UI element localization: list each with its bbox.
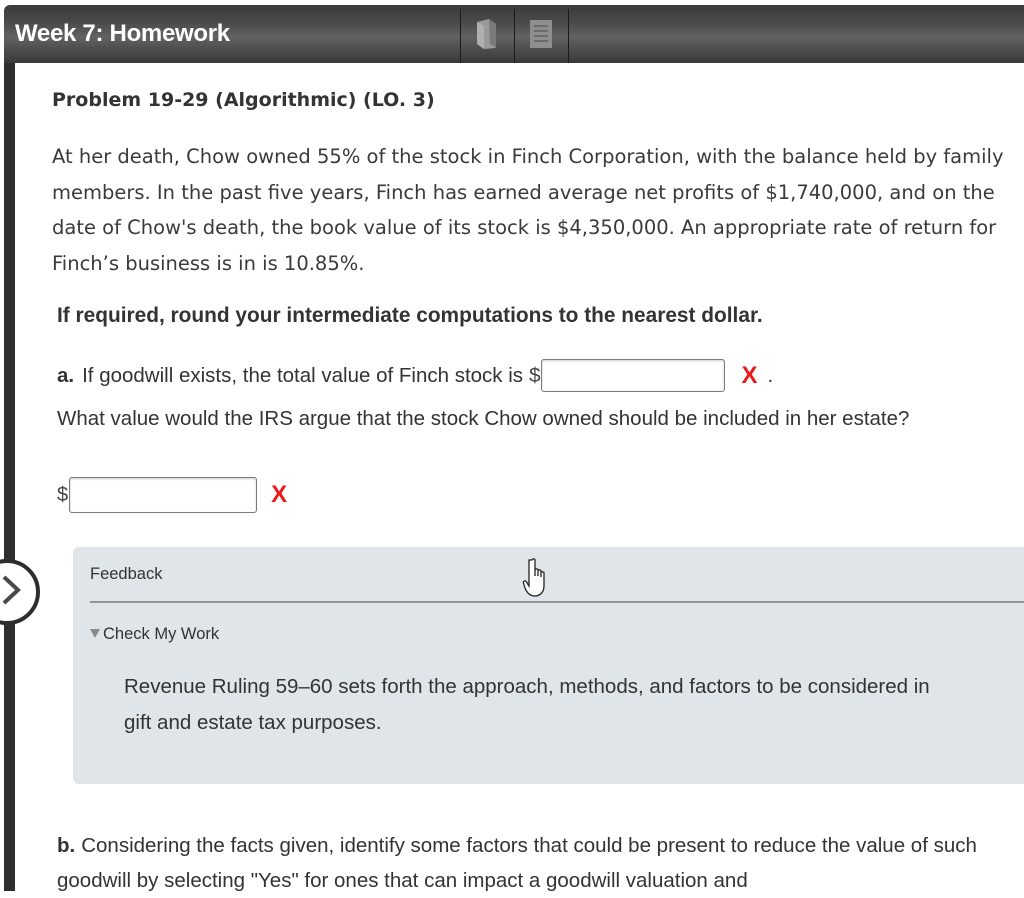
notes-button[interactable] <box>515 9 567 63</box>
part-b-question: b.Considering the facts given, identify … <box>57 828 1007 898</box>
document-icon <box>529 19 553 53</box>
question-1-text: If goodwill exists, the total value of F… <box>82 364 523 388</box>
currency-symbol: $ <box>57 484 68 507</box>
part-a-question-1: a. If goodwill exists, the total value o… <box>57 359 773 392</box>
rounding-instruction: If required, round your intermediate com… <box>57 303 763 328</box>
part-b-text: Considering the facts given, identify so… <box>57 834 977 892</box>
problem-content: Problem 19-29 (Algorithmic) (LO. 3) At h… <box>15 63 1024 891</box>
feedback-divider <box>90 601 1024 603</box>
part-a-label: a. <box>57 364 74 388</box>
problem-statement: At her death, Chow owned 55% of the stoc… <box>52 139 1012 281</box>
part-a-answer-2: $ X <box>57 477 287 513</box>
period: . <box>767 364 773 388</box>
header-divider <box>568 9 569 63</box>
feedback-text-line: Revenue Ruling 59–60 sets forth the appr… <box>124 669 1024 705</box>
expand-triangle-icon <box>90 629 100 638</box>
check-my-work-toggle[interactable]: Check My Work <box>90 625 219 644</box>
check-my-work-label: Check My Work <box>103 625 219 644</box>
total-value-input[interactable] <box>541 359 725 392</box>
feedback-text: Revenue Ruling 59–60 sets forth the appr… <box>124 669 1024 741</box>
assignment-header: Week 7: Homework <box>4 5 1024 63</box>
assignment-title: Week 7: Homework <box>15 20 230 48</box>
incorrect-icon: X <box>741 362 757 390</box>
problem-title: Problem 19-29 (Algorithmic) (LO. 3) <box>52 89 435 111</box>
currency-symbol: $ <box>529 364 540 388</box>
feedback-title: Feedback <box>90 565 162 584</box>
left-border <box>4 63 15 891</box>
incorrect-icon: X <box>271 481 287 509</box>
feedback-text-line: gift and estate tax purposes. <box>124 705 1024 741</box>
ebook-button[interactable] <box>461 9 513 63</box>
book-icon <box>474 18 500 54</box>
estate-value-input[interactable] <box>69 477 257 513</box>
feedback-panel: Feedback Check My Work Revenue Ruling 59… <box>73 547 1024 784</box>
chevron-right-icon <box>0 573 22 611</box>
part-a-question-2: What value would the IRS argue that the … <box>57 401 957 436</box>
part-b-label: b. <box>57 834 75 857</box>
